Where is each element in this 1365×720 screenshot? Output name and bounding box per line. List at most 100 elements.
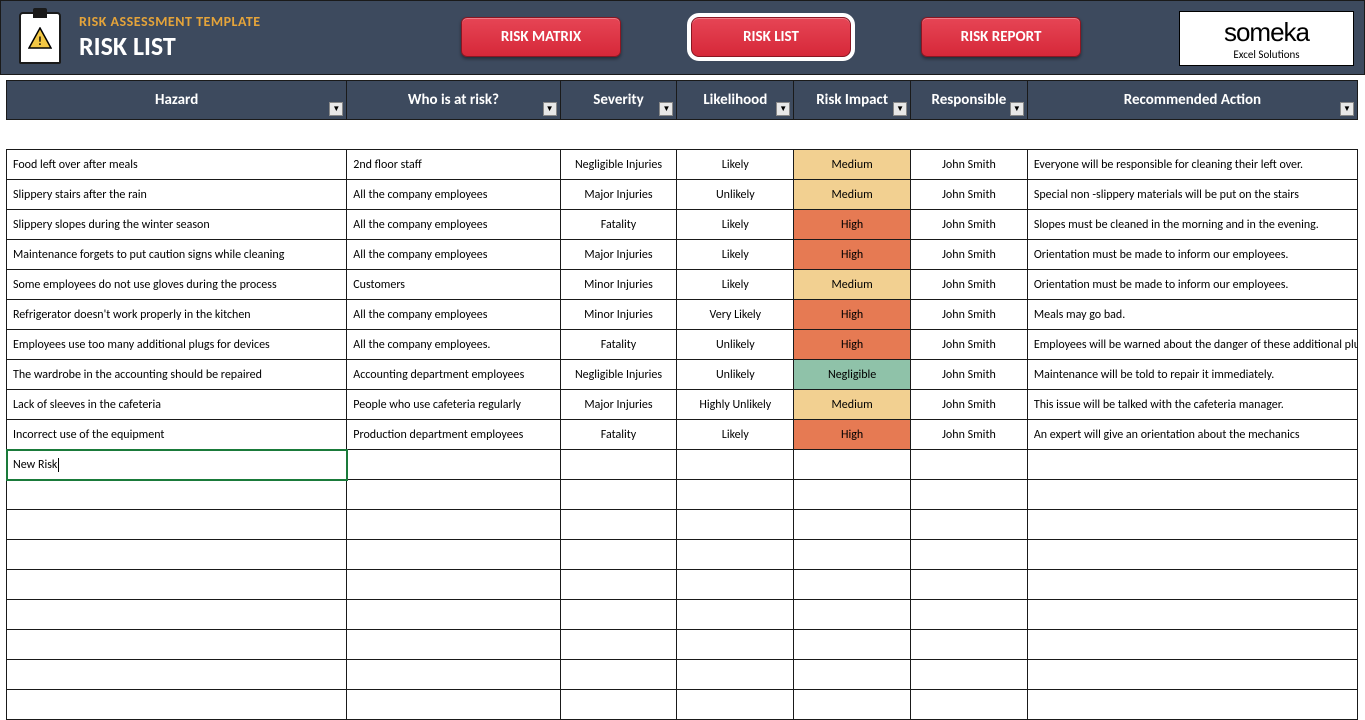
cell-action[interactable]: Special non -slippery materials will be … [1027,180,1357,210]
cell-severity[interactable]: Major Injuries [560,240,677,270]
cell-action[interactable]: An expert will give an orientation about… [1027,420,1357,450]
cell-empty[interactable] [560,630,677,660]
cell-impact[interactable]: Negligible [794,360,911,390]
cell-empty[interactable] [560,480,677,510]
cell-likelihood[interactable]: Very Likely [677,300,794,330]
cell-severity[interactable]: Fatality [560,330,677,360]
cell-empty[interactable] [347,660,560,690]
cell-severity[interactable]: Major Injuries [560,390,677,420]
cell-impact[interactable]: High [794,240,911,270]
cell-empty[interactable] [677,540,794,570]
table-row-empty[interactable] [7,480,1358,510]
cell-who[interactable]: People who use cafeteria regularly [347,390,560,420]
cell-hazard[interactable]: Maintenance forgets to put caution signs… [7,240,347,270]
cell-likelihood[interactable]: Unlikely [677,360,794,390]
cell-empty[interactable] [794,690,911,720]
cell-empty[interactable] [7,660,347,690]
cell-hazard[interactable]: Refrigerator doesn't work properly in th… [7,300,347,330]
table-row[interactable]: Maintenance forgets to put caution signs… [7,240,1358,270]
cell-who[interactable]: All the company employees. [347,330,560,360]
cell-likelihood[interactable]: Likely [677,420,794,450]
cell-severity[interactable]: Fatality [560,420,677,450]
nav-risk-matrix[interactable]: RISK MATRIX [461,17,621,57]
cell-who[interactable]: Production department employees [347,420,560,450]
nav-risk-report[interactable]: RISK REPORT [921,17,1081,57]
risk-table[interactable]: Hazard▼ Who is at risk?▼ Severity▼ Likel… [6,80,1358,720]
cell-responsible[interactable]: John Smith [911,300,1028,330]
filter-icon[interactable]: ▼ [659,102,673,116]
cell-hazard[interactable]: Slippery stairs after the rain [7,180,347,210]
cell-responsible[interactable]: John Smith [911,420,1028,450]
table-row[interactable]: Employees use too many additional plugs … [7,330,1358,360]
table-row-empty[interactable] [7,660,1358,690]
cell-empty[interactable] [1027,630,1357,660]
cell-impact[interactable]: Medium [794,150,911,180]
cell-empty[interactable] [347,450,560,480]
table-row-empty[interactable] [7,540,1358,570]
cell-empty[interactable] [1027,570,1357,600]
cell-empty[interactable] [560,600,677,630]
cell-empty[interactable] [560,540,677,570]
cell-empty[interactable] [1027,540,1357,570]
col-likelihood[interactable]: Likelihood▼ [677,81,794,120]
filter-icon[interactable]: ▼ [329,102,343,116]
cell-empty[interactable] [677,600,794,630]
cell-empty[interactable] [347,690,560,720]
cell-action[interactable]: Employees will be warned about the dange… [1027,330,1357,360]
cell-likelihood[interactable]: Likely [677,240,794,270]
cell-empty[interactable] [794,600,911,630]
cell-empty[interactable] [1027,480,1357,510]
table-row[interactable]: Lack of sleeves in the cafeteriaPeople w… [7,390,1358,420]
cell-empty[interactable] [347,480,560,510]
cell-who[interactable]: All the company employees [347,300,560,330]
table-row-empty[interactable] [7,690,1358,720]
cell-severity[interactable]: Fatality [560,210,677,240]
filter-icon[interactable]: ▼ [543,102,557,116]
col-impact[interactable]: Risk Impact▼ [794,81,911,120]
cell-impact[interactable]: High [794,330,911,360]
cell-empty[interactable] [560,660,677,690]
cell-empty[interactable] [911,450,1028,480]
cell-likelihood[interactable]: Unlikely [677,180,794,210]
cell-empty[interactable] [347,540,560,570]
cell-severity[interactable]: Negligible Injuries [560,360,677,390]
cell-empty[interactable] [911,600,1028,630]
table-row[interactable]: Incorrect use of the equipmentProduction… [7,420,1358,450]
cell-responsible[interactable]: John Smith [911,360,1028,390]
table-row[interactable]: Refrigerator doesn't work properly in th… [7,300,1358,330]
cell-empty[interactable] [347,570,560,600]
cell-who[interactable]: All the company employees [347,210,560,240]
cell-responsible[interactable]: John Smith [911,330,1028,360]
cell-empty[interactable] [911,690,1028,720]
cell-responsible[interactable]: John Smith [911,390,1028,420]
table-row[interactable]: Some employees do not use gloves during … [7,270,1358,300]
cell-empty[interactable] [911,540,1028,570]
cell-likelihood[interactable]: Likely [677,210,794,240]
cell-action[interactable]: This issue will be talked with the cafet… [1027,390,1357,420]
cell-action[interactable]: Orientation must be made to inform our e… [1027,240,1357,270]
cell-who[interactable]: Customers [347,270,560,300]
cell-severity[interactable]: Minor Injuries [560,300,677,330]
cell-responsible[interactable]: John Smith [911,270,1028,300]
cell-who[interactable]: 2nd floor staff [347,150,560,180]
cell-hazard[interactable]: Food left over after meals [7,150,347,180]
cell-responsible[interactable]: John Smith [911,240,1028,270]
cell-hazard[interactable]: Some employees do not use gloves during … [7,270,347,300]
cell-responsible[interactable]: John Smith [911,210,1028,240]
cell-empty[interactable] [794,630,911,660]
cell-empty[interactable] [560,690,677,720]
cell-empty[interactable] [7,690,347,720]
table-row-empty[interactable] [7,510,1358,540]
cell-empty[interactable] [677,480,794,510]
filter-icon[interactable]: ▼ [1340,102,1354,116]
cell-empty[interactable] [347,510,560,540]
cell-who[interactable]: Accounting department employees [347,360,560,390]
cell-empty[interactable] [1027,510,1357,540]
cell-empty[interactable] [794,660,911,690]
cell-hazard[interactable]: Employees use too many additional plugs … [7,330,347,360]
table-row-editing[interactable]: New Risk [7,450,1358,480]
cell-action[interactable]: Everyone will be responsible for cleanin… [1027,150,1357,180]
cell-empty[interactable] [7,510,347,540]
cell-empty[interactable] [794,540,911,570]
cell-empty[interactable] [677,660,794,690]
